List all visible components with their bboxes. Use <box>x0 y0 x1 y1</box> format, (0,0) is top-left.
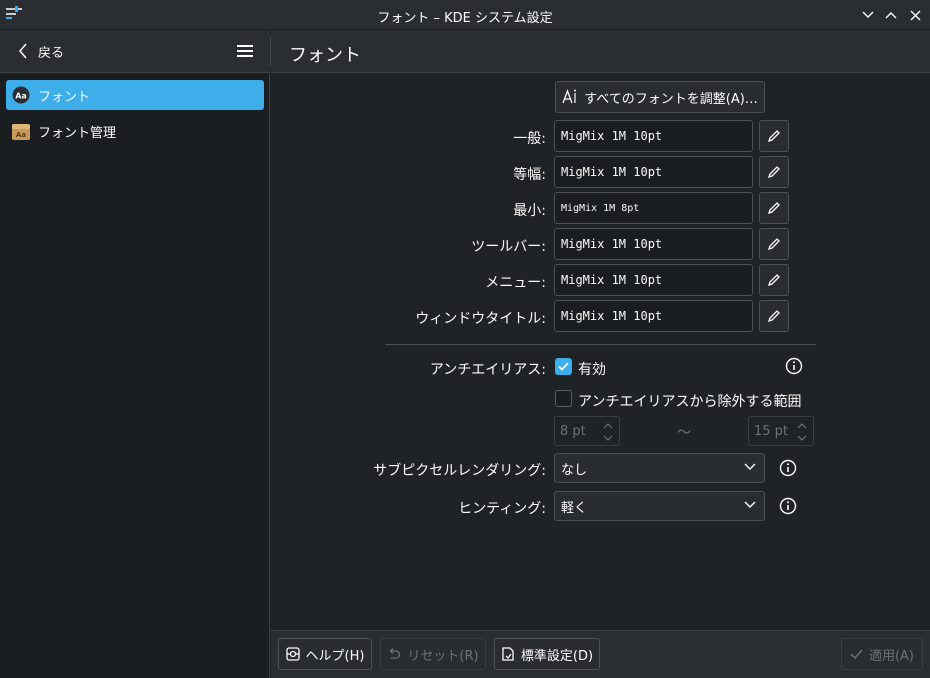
edit-icon <box>767 310 780 323</box>
back-label: 戻る <box>38 45 65 61</box>
apply-label: 適用(A) <box>868 648 915 664</box>
range-separator: ～ <box>677 425 691 441</box>
font-adjust-icon <box>562 89 577 104</box>
edit-icon <box>767 130 780 143</box>
document-defaults-icon <box>502 647 514 661</box>
menu-font-field[interactable]: MigMix 1M 10pt <box>554 264 753 296</box>
antialias-enabled-label: 有効 <box>578 362 606 378</box>
close-icon <box>910 10 920 20</box>
info-icon[interactable] <box>779 497 797 515</box>
minimize-button[interactable] <box>858 5 878 25</box>
edit-icon <box>767 238 780 251</box>
toolbar-font-label: ツールバー: <box>471 239 546 255</box>
fixed-font-field[interactable]: MigMix 1M 10pt <box>554 156 753 188</box>
general-font-choose-button[interactable] <box>759 120 789 152</box>
back-button[interactable]: 戻る <box>12 38 70 64</box>
info-icon[interactable] <box>785 357 803 375</box>
edit-icon <box>767 166 780 179</box>
section-divider <box>385 344 816 345</box>
sidebar: Aa フォント Aa フォント管理 <box>0 74 270 678</box>
hinting-label: ヒンティング: <box>458 501 546 517</box>
page-title: フォント <box>289 45 361 66</box>
menu-font-label: メニュー: <box>485 275 546 291</box>
apply-button[interactable]: 適用(A) <box>841 638 923 670</box>
hamburger-icon <box>237 45 253 57</box>
svg-text:Aa: Aa <box>15 92 27 101</box>
menu-font-choose-button[interactable] <box>759 264 789 296</box>
sidebar-item-fonts[interactable]: Aa フォント <box>6 80 264 110</box>
help-label: ヘルプ(H) <box>305 648 365 664</box>
defaults-label: 標準設定(D) <box>520 648 594 664</box>
spin-arrows-icon <box>797 423 807 441</box>
subpixel-value: なし <box>561 462 588 478</box>
general-font-label: 一般: <box>513 131 546 147</box>
maximize-button[interactable] <box>881 5 901 25</box>
general-font-field[interactable]: MigMix 1M 10pt <box>554 120 753 152</box>
sidebar-item-font-management[interactable]: Aa フォント管理 <box>6 116 264 146</box>
exclude-range-checkbox[interactable] <box>555 390 572 407</box>
exclude-to-spinbox[interactable]: 15 pt <box>748 416 814 446</box>
toolbar-font-field[interactable]: MigMix 1M 10pt <box>554 228 753 260</box>
footer-bar: ヘルプ(H) リセット(R) 標準設定(D) 適用(A) <box>271 630 930 678</box>
small-font-choose-button[interactable] <box>759 192 789 224</box>
defaults-button[interactable]: 標準設定(D) <box>494 638 600 670</box>
fixed-font-label: 等幅: <box>513 167 546 183</box>
window-title-font-field[interactable]: MigMix 1M 10pt <box>554 300 753 332</box>
hinting-combobox[interactable]: 軽く <box>554 491 765 521</box>
font-manager-icon: Aa <box>12 122 30 140</box>
checkmark-icon <box>850 649 863 659</box>
hinting-value: 軽く <box>561 500 588 516</box>
chevron-down-icon <box>744 463 756 470</box>
edit-icon <box>767 202 780 215</box>
small-font-field[interactable]: MigMix 1M 8pt <box>554 192 753 224</box>
font-icon: Aa <box>12 86 30 104</box>
spin-arrows-icon <box>603 423 613 441</box>
small-font-label: 最小: <box>513 203 546 219</box>
checkmark-icon <box>558 362 569 371</box>
sidebar-header: 戻る <box>0 30 270 73</box>
page-header: フォント <box>271 30 930 73</box>
window-title: フォント – KDE システム設定 <box>377 11 553 26</box>
exclude-from-value: 8 pt <box>560 423 586 439</box>
sidebar-item-label: フォント <box>38 89 91 105</box>
toolbar-font-choose-button[interactable] <box>759 228 789 260</box>
help-lifebuoy-icon <box>285 647 300 661</box>
antialias-label: アンチエイリアス: <box>429 362 546 378</box>
svg-text:Aa: Aa <box>16 131 26 139</box>
sidebar-item-label: フォント管理 <box>38 125 117 141</box>
reset-button[interactable]: リセット(R) <box>380 638 486 670</box>
close-button[interactable] <box>905 5 925 25</box>
subpixel-label: サブピクセルレンダリング: <box>373 463 546 479</box>
info-icon[interactable] <box>779 459 797 477</box>
title-bar: フォント – KDE システム設定 <box>0 0 930 30</box>
exclude-range-label: アンチエイリアスから除外する範囲 <box>578 394 802 410</box>
edit-icon <box>767 274 780 287</box>
exclude-to-value: 15 pt <box>754 423 789 439</box>
menu-button[interactable] <box>232 39 258 63</box>
main-content: すべてのフォントを調整(A)… 一般: MigMix 1M 10pt 等幅: M… <box>271 74 930 630</box>
chevron-down-icon <box>862 11 874 18</box>
chevron-left-icon <box>19 43 27 59</box>
adjust-all-fonts-button[interactable]: すべてのフォントを調整(A)… <box>555 81 765 113</box>
adjust-all-fonts-label: すべてのフォントを調整(A)… <box>584 91 758 107</box>
chevron-down-icon <box>744 501 756 508</box>
chevron-up-icon <box>885 12 897 19</box>
window-title-font-choose-button[interactable] <box>759 300 789 332</box>
window-title-font-label: ウィンドウタイトル: <box>415 311 546 327</box>
undo-icon <box>389 648 401 659</box>
subpixel-combobox[interactable]: なし <box>554 453 765 483</box>
antialias-checkbox[interactable] <box>555 358 572 375</box>
help-button[interactable]: ヘルプ(H) <box>278 638 372 670</box>
reset-label: リセット(R) <box>407 648 479 664</box>
exclude-from-spinbox[interactable]: 8 pt <box>554 416 620 446</box>
fixed-font-choose-button[interactable] <box>759 156 789 188</box>
